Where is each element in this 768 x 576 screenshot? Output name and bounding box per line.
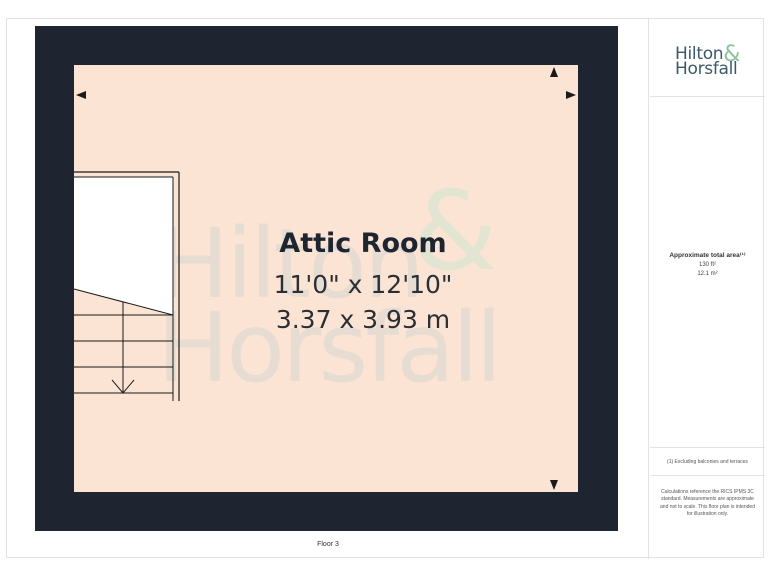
area-imperial: 130 ft² [698, 262, 716, 268]
area-title: Approximate total area⁽¹⁾ [669, 252, 746, 259]
floor-plan-sheet: Hilton Horsfall & Attic Room 11'0" x 12'… [6, 18, 765, 559]
floor-plan-drawing: Hilton Horsfall & Attic Room 11'0" x 12'… [35, 26, 618, 531]
info-panel: Hilton& Horsfall Approximate total area⁽… [650, 19, 765, 559]
divider [650, 475, 765, 476]
brand-logo: Hilton& Horsfall [650, 19, 765, 97]
floor-label: Floor 3 [317, 541, 339, 548]
brand-line-2: Horsfall [675, 59, 738, 79]
room-dimensions-metric: 3.37 x 3.93 m [276, 305, 450, 334]
staircase [73, 171, 180, 401]
floor-plan: Hilton Horsfall & Attic Room 11'0" x 12'… [7, 19, 649, 559]
area-footnote: (1) Excluding balconies and terraces [667, 459, 748, 465]
area-summary: Approximate total area⁽¹⁾ 130 ft² 12.1 m… [650, 251, 765, 277]
divider [650, 447, 765, 448]
room-dimensions-imperial: 11'0" x 12'10" [274, 270, 453, 299]
room-name: Attic Room [279, 228, 446, 259]
disclaimer-text: Calculations reference the RICS IPMS 3C … [660, 489, 755, 517]
area-metric: 12.1 m² [697, 271, 718, 277]
